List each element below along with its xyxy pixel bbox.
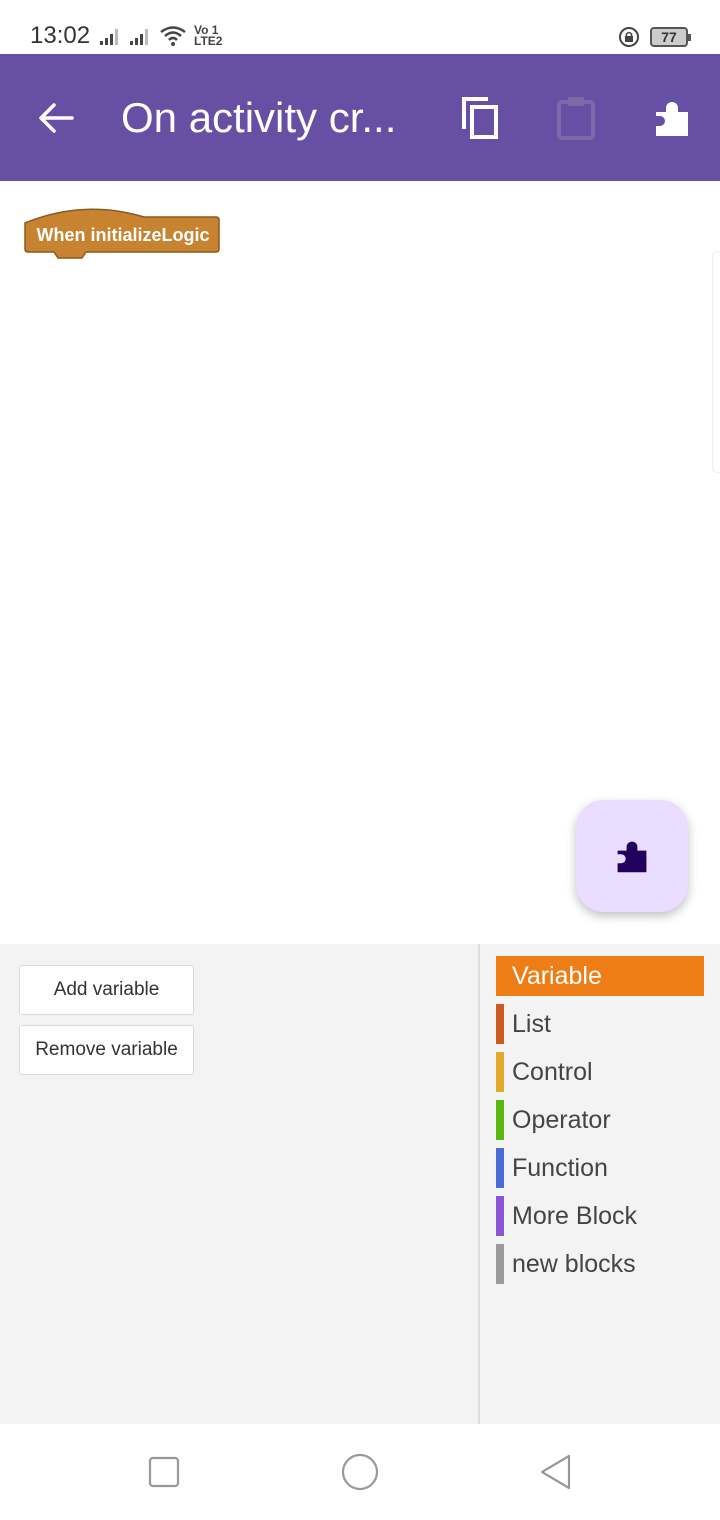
hat-block[interactable]: When initializeLogic <box>24 205 220 259</box>
category-more-block[interactable]: More Block <box>496 1196 704 1236</box>
category-new-blocks[interactable]: new blocks <box>496 1244 704 1284</box>
category-variable[interactable]: Variable <box>496 956 704 996</box>
category-label: Control <box>512 1057 593 1086</box>
rotation-lock-icon <box>619 27 639 47</box>
clipboard-icon <box>557 97 595 140</box>
signal-1-icon <box>100 29 118 45</box>
category-label: Variable <box>512 961 602 990</box>
category-color-bar <box>496 1100 504 1140</box>
blocks-canvas[interactable]: When initializeLogic <box>0 181 720 944</box>
copy-button[interactable] <box>452 90 508 146</box>
category-label: More Block <box>512 1201 638 1230</box>
volte-bottom: LTE2 <box>194 34 223 48</box>
category-color-bar <box>496 1004 504 1044</box>
component-button[interactable] <box>644 90 700 146</box>
status-icons-left: Vo 1 LTE2 <box>100 23 222 49</box>
add-variable-button[interactable]: Add variable <box>19 965 194 1015</box>
category-operator[interactable]: Operator <box>496 1100 704 1140</box>
home-button[interactable] <box>340 1452 380 1492</box>
arrow-back-icon <box>39 103 74 133</box>
status-icons-right: 77 <box>618 24 691 50</box>
add-block-fab[interactable] <box>576 800 688 912</box>
palette-divider <box>478 944 480 1424</box>
square-icon <box>148 1456 180 1488</box>
puzzle-icon <box>617 841 647 873</box>
category-color-bar <box>496 1148 504 1188</box>
status-time: 13:02 <box>30 22 91 49</box>
category-list: Variable List Control Operator Function … <box>496 956 704 1292</box>
signal-2-icon <box>130 29 148 45</box>
category-color-bar <box>496 1244 504 1284</box>
battery-indicator: 77 <box>650 27 691 47</box>
system-nav-bar <box>0 1424 720 1520</box>
category-label: new blocks <box>512 1249 636 1278</box>
puzzle-icon <box>656 102 688 136</box>
category-color-bar <box>496 1052 504 1092</box>
block-palette: Add variable Remove variable Variable Li… <box>0 944 720 1424</box>
triangle-back-icon <box>540 1454 571 1490</box>
category-label: List <box>512 1009 551 1038</box>
category-control[interactable]: Control <box>496 1052 704 1092</box>
category-list-item[interactable]: List <box>496 1004 704 1044</box>
remove-variable-button[interactable]: Remove variable <box>19 1025 194 1075</box>
nav-back-button[interactable] <box>536 1452 576 1492</box>
wifi-icon <box>160 26 186 46</box>
page-title: On activity cr... <box>121 94 397 141</box>
recents-button[interactable] <box>144 1452 184 1492</box>
volte-indicator: Vo 1 LTE2 <box>194 24 223 48</box>
category-label: Operator <box>512 1105 611 1134</box>
back-button[interactable] <box>30 94 82 142</box>
category-color-bar <box>496 1196 504 1236</box>
circle-icon <box>341 1453 379 1491</box>
status-bar: 13:02 Vo 1 LTE2 77 <box>0 0 720 54</box>
canvas-scroll-edge <box>712 251 720 473</box>
paste-button[interactable] <box>548 90 604 146</box>
app-bar: On activity cr... <box>0 54 720 181</box>
copy-icon <box>462 97 498 139</box>
category-function[interactable]: Function <box>496 1148 704 1188</box>
hat-block-label: When initializeLogic <box>36 225 210 245</box>
category-label: Function <box>512 1153 608 1182</box>
